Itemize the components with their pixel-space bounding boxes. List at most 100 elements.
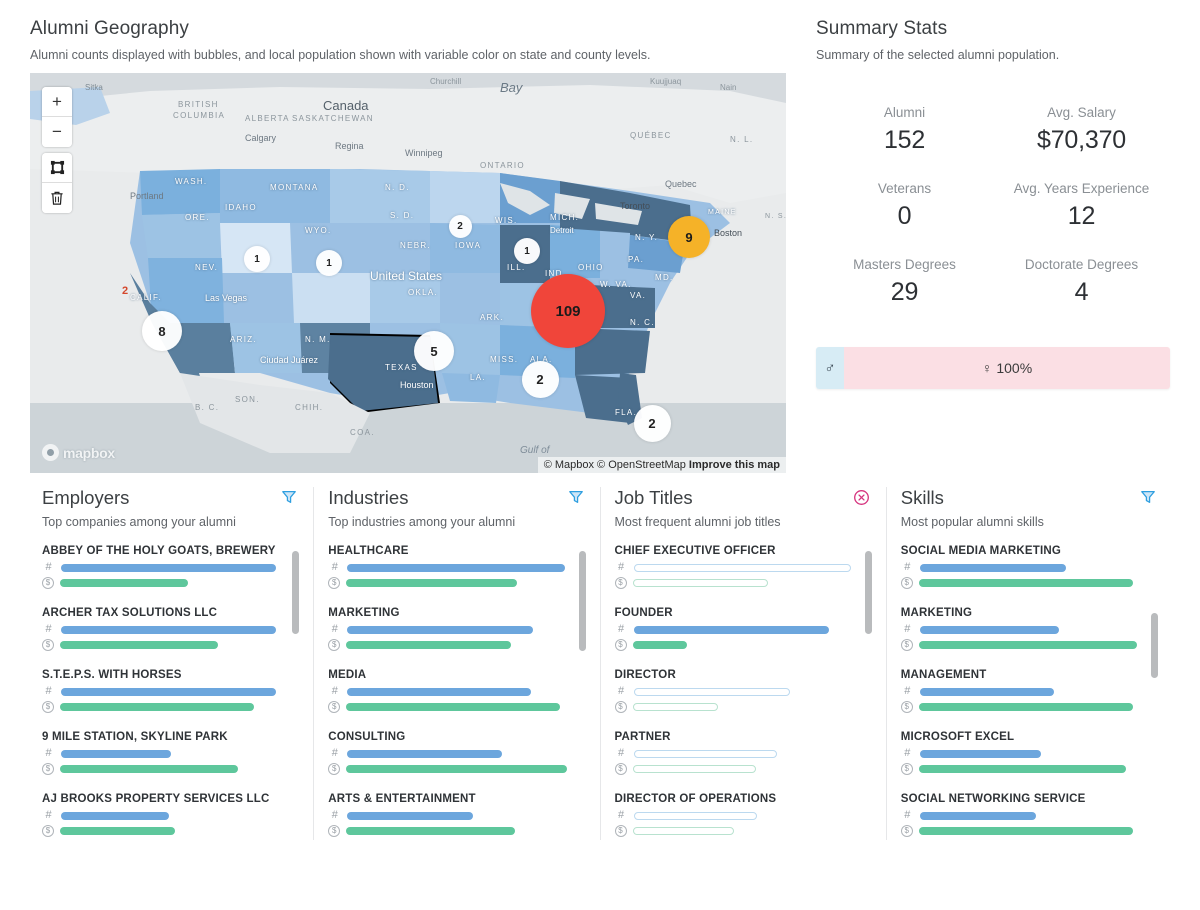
list-item-label: DIRECTOR — [614, 669, 676, 682]
trash-glyph — [51, 191, 63, 205]
list-item[interactable]: DIRECTOR OF OPERATIONS # $ — [614, 793, 858, 838]
list-item-label: SOCIAL MEDIA MARKETING — [900, 545, 1062, 558]
map-label: Canada — [323, 98, 369, 114]
list-item[interactable]: ARCHER TAX SOLUTIONS LLC # $ — [42, 607, 285, 652]
list-item[interactable]: ARTS & ENTERTAINMENT # $ — [328, 793, 571, 838]
male-icon: ♂ — [824, 359, 836, 377]
map-cluster-bubble[interactable]: 8 — [142, 311, 182, 352]
filter-funnel-icon[interactable] — [1138, 487, 1158, 507]
map-label: S. D. — [390, 211, 415, 221]
scrollbar-thumb[interactable] — [292, 551, 300, 634]
map-cluster-bubble[interactable]: 109 — [531, 274, 605, 349]
bar-track — [347, 625, 571, 634]
list-item[interactable]: DIRECTOR # $ — [614, 669, 858, 714]
count-bar — [919, 811, 1037, 820]
facet-list[interactable]: CHIEF EXECUTIVE OFFICER # $ FOUNDER # $ DIRECT… — [614, 545, 872, 840]
scrollbar-thumb[interactable] — [578, 551, 586, 652]
mapbox-logo[interactable]: mapbox — [42, 444, 115, 462]
map-label: NEV. — [195, 263, 219, 273]
list-item[interactable]: MARKETING # $ — [328, 607, 571, 652]
count-bar — [919, 563, 1066, 572]
clear-filter-circle-x-icon[interactable] — [851, 487, 872, 508]
salary-bar — [918, 703, 1133, 712]
map-cluster-bubble[interactable]: 9 — [668, 216, 710, 259]
facet-list-scrollbar[interactable] — [292, 545, 300, 840]
map-cluster-bubble[interactable]: 2 — [448, 214, 472, 238]
facet-list[interactable]: SOCIAL MEDIA MARKETING # $ MARKETING # $ MANAG… — [900, 545, 1158, 840]
map-cluster-bubble[interactable]: 1 — [244, 246, 270, 273]
map-label: ILL. — [507, 263, 526, 273]
gender-male-segment[interactable]: ♂ — [816, 347, 844, 390]
zoom-out-icon[interactable]: − — [42, 117, 72, 148]
list-item[interactable]: 9 MILE STATION, SKYLINE PARK # $ — [42, 731, 285, 776]
map-label: Nain — [720, 83, 737, 93]
map-label: Calgary — [245, 133, 277, 144]
stat-value: 29 — [890, 278, 919, 307]
draw-polygon-icon[interactable] — [42, 153, 72, 184]
stat-cell: Veterans 0 — [816, 181, 993, 231]
map-label: Winnipeg — [405, 148, 443, 159]
bar-track — [632, 641, 858, 650]
facet-column-job-titles: Job Titles Most frequent alumni job titl… — [601, 487, 887, 841]
hash-icon: # — [904, 747, 911, 760]
count-bar-row: # — [615, 748, 858, 759]
stat-value: 12 — [1067, 202, 1096, 231]
gender-female-segment[interactable]: ♀ 100% — [844, 347, 1170, 390]
gender-distribution-bar[interactable]: ♂ ♀ 100% — [816, 347, 1170, 390]
map-cluster-bubble[interactable]: 1 — [316, 250, 342, 277]
map-cluster-bubble[interactable]: 1 — [514, 238, 540, 265]
dollar-icon: $ — [614, 701, 627, 714]
dollar-icon: $ — [328, 763, 341, 776]
improve-map-link[interactable]: Improve this map — [689, 459, 780, 471]
count-bar — [633, 687, 791, 696]
facet-column-title: Employers — [42, 487, 130, 509]
list-item[interactable]: ABBEY OF THE HOLY GOATS, BREWERY # $ — [42, 545, 285, 590]
scrollbar-thumb[interactable] — [864, 551, 872, 634]
map-label: OHIO — [578, 263, 604, 273]
list-item[interactable]: MEDIA # $ — [328, 669, 571, 714]
map-draw-controls[interactable] — [42, 153, 72, 214]
map-zoom-controls[interactable]: + − — [42, 87, 72, 148]
map-attribution[interactable]: © Mapbox © OpenStreetMap Improve this ma… — [537, 457, 786, 474]
dollar-icon: $ — [900, 577, 913, 590]
list-item[interactable]: S.T.E.P.S. WITH HORSES # $ — [42, 669, 285, 714]
facet-list[interactable]: ABBEY OF THE HOLY GOATS, BREWERY # $ ARCHER… — [42, 545, 300, 840]
facet-list-scrollbar[interactable] — [1151, 545, 1158, 840]
facet-list-scrollbar[interactable] — [578, 545, 586, 840]
list-item[interactable]: SOCIAL MEDIA MARKETING # $ — [900, 545, 1144, 590]
list-item[interactable]: MARKETING # $ — [900, 607, 1144, 652]
list-item[interactable]: MANAGEMENT # $ — [900, 669, 1144, 714]
map-cluster-bubble[interactable]: 2 — [521, 360, 559, 398]
count-bar-row: # — [615, 810, 858, 821]
filter-funnel-icon[interactable] — [566, 487, 586, 507]
map-label: Detroit — [550, 226, 574, 236]
scrollbar-thumb[interactable] — [1151, 613, 1158, 678]
salary-bar-row: $ — [42, 701, 285, 714]
list-item[interactable]: CONSULTING # $ — [328, 731, 571, 776]
facet-list-scrollbar[interactable] — [864, 545, 872, 840]
count-bar — [919, 625, 1059, 634]
salary-bar-row: $ — [42, 577, 285, 590]
list-item[interactable]: AJ BROOKS PROPERTY SERVICES LLC # $ — [42, 793, 285, 838]
geography-map[interactable]: Bay Sitka Churchill Kuujjuaq Nain Canada BRITI… — [30, 73, 786, 474]
list-item[interactable]: CHIEF EXECUTIVE OFFICER # $ — [614, 545, 858, 590]
attribution-text: © Mapbox © OpenStreetMap — [543, 459, 686, 472]
list-item[interactable]: PARTNER # $ — [614, 731, 858, 776]
bar-track — [632, 765, 858, 774]
list-item[interactable]: SOCIAL NETWORKING SERVICE # $ — [900, 793, 1144, 838]
zoom-in-icon[interactable]: + — [42, 87, 72, 118]
list-item[interactable]: MICROSOFT EXCEL # $ — [900, 731, 1144, 776]
list-item[interactable]: HEALTHCARE # $ — [328, 545, 571, 590]
list-item[interactable]: FOUNDER # $ — [614, 607, 858, 652]
map-label: MONTANA — [270, 183, 319, 193]
trash-icon[interactable] — [42, 183, 72, 214]
stat-label: Avg. Salary — [1047, 105, 1116, 121]
map-cluster-bubble[interactable]: 5 — [414, 331, 454, 372]
map-cluster-bubble[interactable]: 2 — [633, 404, 671, 442]
facet-list[interactable]: HEALTHCARE # $ MARKETING # $ MEDIA # $ CONSULTING… — [328, 545, 586, 840]
salary-bar — [60, 641, 218, 650]
filter-funnel-icon[interactable] — [279, 487, 299, 507]
dollar-icon: $ — [42, 763, 54, 776]
map-point-marker[interactable]: 2 — [122, 285, 128, 297]
stat-value: $70,370 — [1037, 126, 1126, 155]
